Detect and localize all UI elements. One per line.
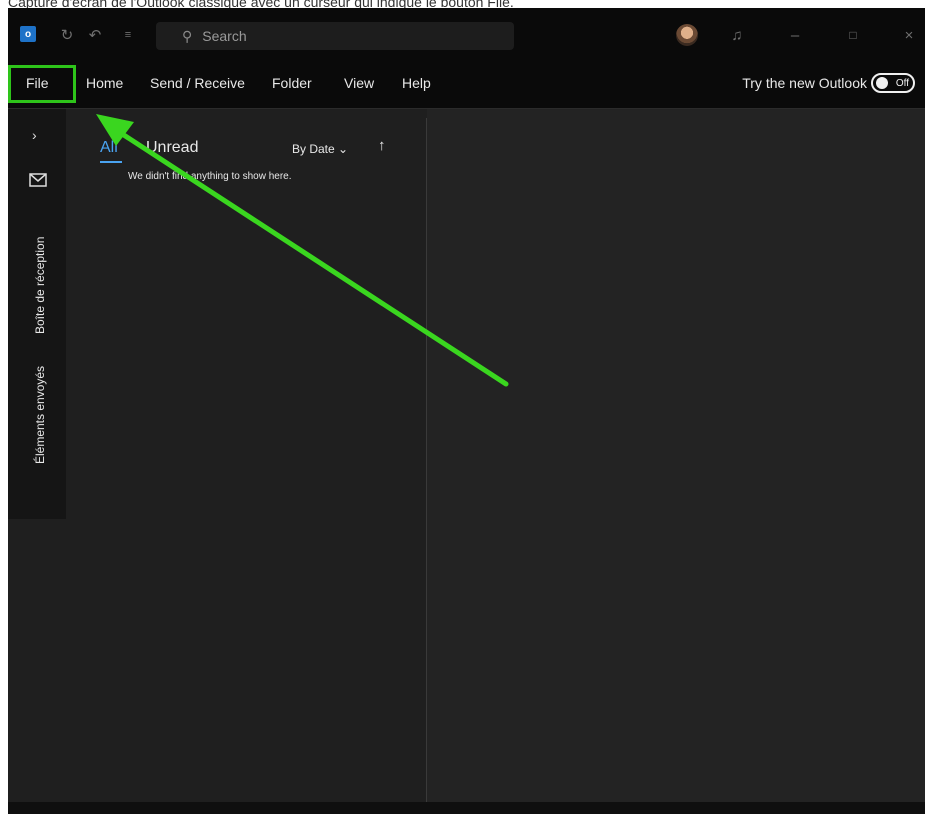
reading-pane: [427, 109, 925, 814]
menu-folder[interactable]: Folder: [272, 75, 312, 91]
customize-icon[interactable]: ≡: [122, 26, 134, 44]
search-icon: ⚲: [182, 27, 193, 44]
message-list-pane: All Unread By Date ⌄ ↑ We didn't find an…: [66, 109, 426, 814]
sync-icon[interactable]: ↻: [58, 26, 76, 44]
menu-help[interactable]: Help: [402, 75, 431, 91]
sort-direction-icon[interactable]: ↑: [378, 137, 386, 154]
outlook-window: o ↻ ↶ ≡ ⚲ Search ♫ – □ × File Home Send …: [8, 8, 925, 814]
tab-unread[interactable]: Unread: [146, 139, 198, 157]
sort-by-dropdown[interactable]: By Date ⌄: [292, 142, 348, 156]
menu-send-receive[interactable]: Send / Receive: [150, 75, 245, 91]
tab-all-underline: [100, 161, 122, 163]
menu-bar: File Home Send / Receive Folder View Hel…: [8, 62, 925, 109]
try-new-outlook-label: Try the new Outlook: [742, 75, 867, 91]
maximize-icon[interactable]: □: [844, 26, 862, 44]
status-bar: [8, 802, 925, 814]
outlook-logo: o: [20, 26, 36, 42]
search-placeholder: Search: [202, 28, 247, 44]
title-bar: o ↻ ↶ ≡ ⚲ Search ♫ – □ ×: [8, 8, 925, 62]
folder-sent-items[interactable]: Éléments envoyés: [33, 366, 47, 464]
close-icon[interactable]: ×: [900, 26, 918, 44]
pane-divider[interactable]: [426, 118, 427, 808]
empty-list-message: We didn't find anything to show here.: [128, 171, 292, 182]
tab-all[interactable]: All: [100, 139, 118, 157]
toggle-knob: [876, 77, 888, 89]
folder-inbox[interactable]: Boîte de réception: [33, 237, 47, 334]
search-input[interactable]: ⚲ Search: [156, 22, 514, 50]
sort-by-label: By Date: [292, 142, 335, 156]
menu-file[interactable]: File: [26, 75, 49, 91]
minimize-icon[interactable]: –: [786, 26, 804, 44]
menu-view[interactable]: View: [344, 75, 374, 91]
toggle-label: Off: [895, 77, 909, 89]
expand-chevron-icon[interactable]: ›: [32, 127, 37, 143]
mail-icon[interactable]: [28, 171, 50, 189]
new-outlook-toggle[interactable]: Off: [871, 73, 915, 93]
chevron-down-icon: ⌄: [338, 142, 349, 156]
menu-home[interactable]: Home: [86, 75, 123, 91]
folder-pane: › Boîte de réception Éléments envoyés: [8, 109, 66, 519]
bell-icon[interactable]: ♫: [728, 26, 746, 44]
avatar[interactable]: [676, 24, 698, 46]
undo-icon[interactable]: ↶: [86, 26, 104, 44]
